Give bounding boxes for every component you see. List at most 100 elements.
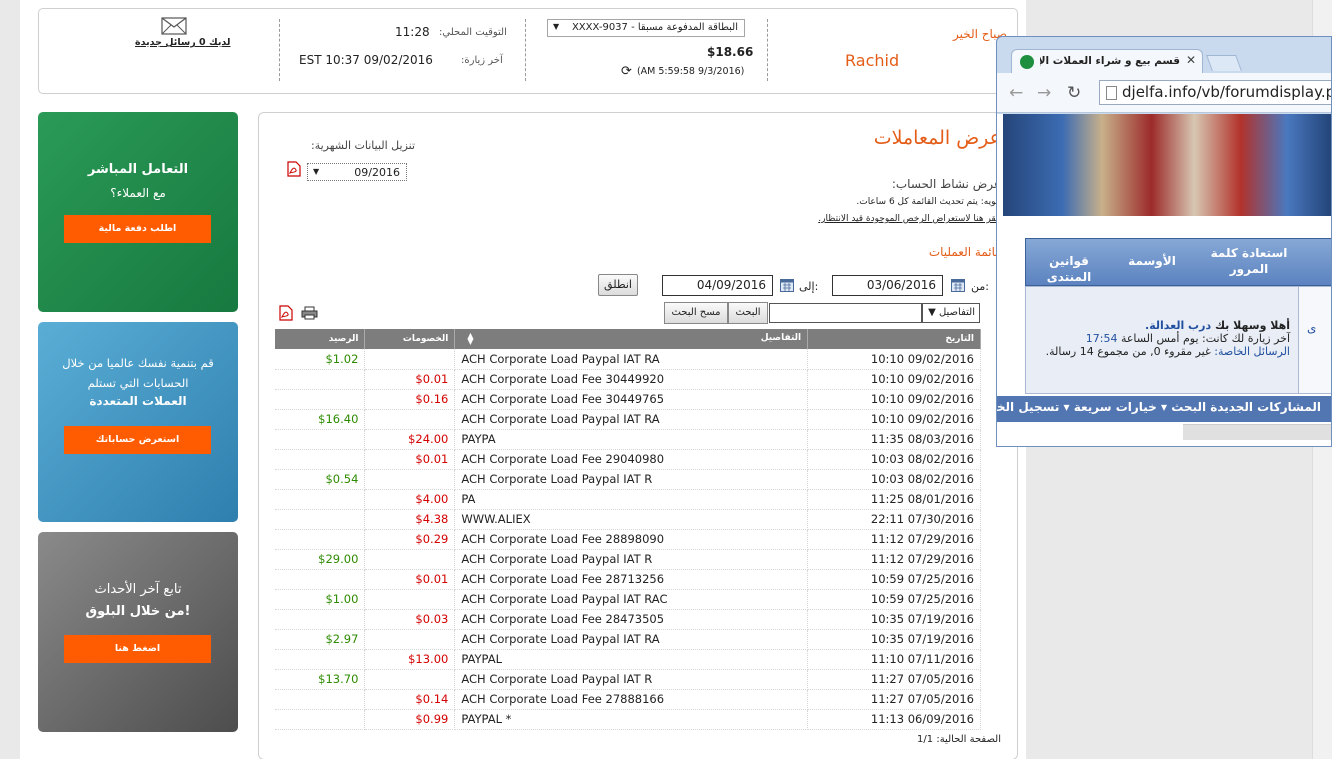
local-time-label: التوقيت المحلي:	[439, 27, 507, 38]
mail-icon[interactable]	[161, 17, 187, 35]
month-selector[interactable]: ▼ 09/2016	[307, 163, 407, 181]
deduction-cell	[364, 669, 456, 690]
details-filter-select[interactable]: التفاصيل ▼	[922, 303, 980, 323]
balance-cell	[275, 569, 366, 590]
last-visit-value: EST 10:37 09/02/2016	[299, 53, 433, 67]
date-cell: 11:35 08/03/2016	[807, 429, 981, 450]
address-url: djelfa.info/vb/forumdisplay.php	[1122, 83, 1332, 101]
date-cell: 11:25 08/01/2016	[807, 489, 981, 510]
pdf-icon[interactable]	[279, 305, 293, 321]
details-cell: ACH Corporate Load Fee 29040980	[454, 449, 809, 470]
ad-text: قم بتنمية نفسك عالميا من خلال	[62, 356, 214, 370]
clear-search-button[interactable]: مسح البحث	[664, 302, 728, 324]
welcome-site: درب العدالة.	[1145, 319, 1212, 332]
balance-cell	[275, 509, 366, 530]
nav-forum-rules[interactable]: قوانين المنتدى	[1026, 253, 1112, 285]
balance-cell	[275, 429, 366, 450]
close-tab-icon[interactable]: ✕	[1186, 53, 1196, 67]
page-title: عرض المعاملات	[873, 127, 1001, 149]
request-payment-button[interactable]: اطلب دفعة مالية	[64, 215, 211, 243]
calendar-icon[interactable]	[780, 278, 794, 292]
date-cell: 10:10 09/02/2016	[807, 409, 981, 430]
ad-multi-currency: قم بتنمية نفسك عالميا من خلال الحسابات ا…	[38, 322, 238, 522]
ad-title: من خلال البلوق!	[85, 604, 191, 619]
go-button[interactable]: انطلق	[598, 274, 638, 296]
browser-tab[interactable]: قسم بيع و شراء العملات الإلكترونية ✕	[1011, 49, 1203, 73]
card-selector[interactable]: ▼ البطاقة المدفوعة مسبقا - XXXX-9037	[547, 19, 745, 37]
calendar-icon[interactable]	[951, 278, 965, 292]
ad-title: التعامل المباشر	[87, 162, 189, 177]
table-row: $16.40 ACH Corporate Load Paypal IAT RA 10…	[275, 409, 981, 430]
page-info: الصفحة الحالية: 1/1	[917, 734, 1001, 745]
pending-authorizations-link[interactable]: أنقر هنا لاستعراض الرخص الموجودة قيد الا…	[818, 214, 1001, 224]
transactions-panel: عرض المعاملات تنزيل البيانات الشهرية: ▼ …	[258, 112, 1018, 759]
deduction-cell	[364, 349, 456, 370]
nav-medals[interactable]: الأوسمة	[1122, 253, 1182, 269]
reload-icon[interactable]: ↻	[1067, 83, 1081, 103]
table-row: $13.00 PAYPAL 11:10 07/11/2016	[275, 649, 981, 670]
to-date-input[interactable]: 04/09/2016	[662, 275, 773, 296]
table-row: $24.00 PAYPA 11:35 08/03/2016	[275, 429, 981, 450]
private-messages-link[interactable]: الرسائل الخاصة:	[1214, 345, 1290, 358]
print-icon[interactable]	[301, 306, 318, 320]
nav-recover-password[interactable]: استعادة كلمة المرور	[1194, 245, 1304, 277]
column-header-deductions[interactable]: الخصومات	[364, 329, 456, 349]
forum-nav-bar: استعادة كلمة المرور الأوسمة قوانين المنت…	[1025, 238, 1331, 286]
user-name: Rachid	[845, 51, 900, 70]
deduction-cell: $0.14	[364, 689, 456, 710]
forum-side-link[interactable]: ى	[1299, 286, 1331, 394]
search-button[interactable]: البحث	[728, 302, 768, 324]
horizontal-scrollbar[interactable]	[1183, 424, 1331, 440]
refresh-icon[interactable]: ⟳	[621, 64, 632, 79]
column-header-details[interactable]: ▲ ▼ التفاصيل	[454, 329, 809, 349]
pdf-icon[interactable]	[287, 161, 301, 177]
deduction-cell: $0.03	[364, 609, 456, 630]
column-header-date[interactable]: التاريخ	[807, 329, 981, 349]
forum-page: استعادة كلمة المرور الأوسمة قوانين المنت…	[997, 114, 1331, 446]
last-visit-text: آخر زيارة لك كانت: يوم أمس الساعة	[1120, 332, 1290, 345]
ad-title: العملات المتعددة	[89, 394, 187, 408]
details-cell: ACH Corporate Load Paypal IAT R	[454, 549, 809, 570]
search-input[interactable]	[769, 303, 922, 323]
date-cell: 11:27 07/05/2016	[807, 669, 981, 690]
forward-icon[interactable]: →	[1037, 83, 1051, 103]
column-header-details-label: التفاصيل	[760, 333, 802, 343]
from-date-input[interactable]: 03/06/2016	[832, 275, 943, 296]
new-messages-link[interactable]: لديك 0 رسائل جديدة	[135, 37, 230, 48]
table-row: $0.03 ACH Corporate Load Fee 28473505 10:3…	[275, 609, 981, 630]
deduction-cell: $0.01	[364, 569, 456, 590]
table-row: $4.00 PA 11:25 08/01/2016	[275, 489, 981, 510]
account-header: صباح الخير Rachid ▼ البطاقة المدفوعة مسب…	[38, 8, 1018, 94]
view-accounts-button[interactable]: استعرض حساباتك	[64, 426, 211, 454]
sort-icon[interactable]: ▲ ▼	[467, 332, 473, 346]
date-cell: 10:03 08/02/2016	[807, 469, 981, 490]
table-row: $2.97 ACH Corporate Load Paypal IAT RA 10:…	[275, 629, 981, 650]
last-visit-label: آخر زيارة:	[461, 55, 503, 66]
forum-menu-bar[interactable]: المشاركات الجديدة البحث ▾ خيارات سريعة ▾…	[997, 396, 1331, 422]
back-icon[interactable]: ←	[1009, 83, 1023, 103]
welcome-title: أهلا وسهلا بك	[1214, 319, 1290, 332]
date-cell: 11:27 07/05/2016	[807, 689, 981, 710]
transactions-table: الرصيد الخصومات ▲ ▼ التفاصيل التاريخ $1.0…	[275, 329, 981, 730]
forum-banner-image	[1003, 114, 1331, 216]
balance-time-text: (AM 5:59:58 9/3/2016)	[636, 66, 745, 77]
new-tab-button[interactable]	[1206, 55, 1242, 71]
click-here-button[interactable]: اضغط هنا	[64, 635, 211, 663]
ad-text: تابع آخر الأحداث	[94, 582, 182, 597]
pm-line: الرسائل الخاصة: غير مقروء 0, من مجموع 14…	[1034, 345, 1290, 358]
address-bar[interactable]: djelfa.info/vb/forumdisplay.php	[1099, 80, 1332, 105]
date-cell: 11:12 07/29/2016	[807, 549, 981, 570]
details-cell: ACH Corporate Load Fee 30449765	[454, 389, 809, 410]
site-favicon-icon	[1020, 55, 1034, 69]
balance-cell	[275, 489, 366, 510]
details-cell: ACH Corporate Load Fee 28898090	[454, 529, 809, 550]
details-cell: PAYPAL	[454, 649, 809, 670]
deduction-cell: $0.01	[364, 449, 456, 470]
transactions-body: $1.02 ACH Corporate Load Paypal IAT RA 10:…	[275, 349, 981, 730]
table-row: $13.70 ACH Corporate Load Paypal IAT R 11:…	[275, 669, 981, 690]
column-header-balance[interactable]: الرصيد	[275, 329, 366, 349]
header-divider	[279, 19, 280, 81]
header-divider	[525, 19, 526, 81]
tab-title: قسم بيع و شراء العملات الإلكترونية	[1040, 55, 1180, 67]
deduction-cell	[364, 409, 456, 430]
